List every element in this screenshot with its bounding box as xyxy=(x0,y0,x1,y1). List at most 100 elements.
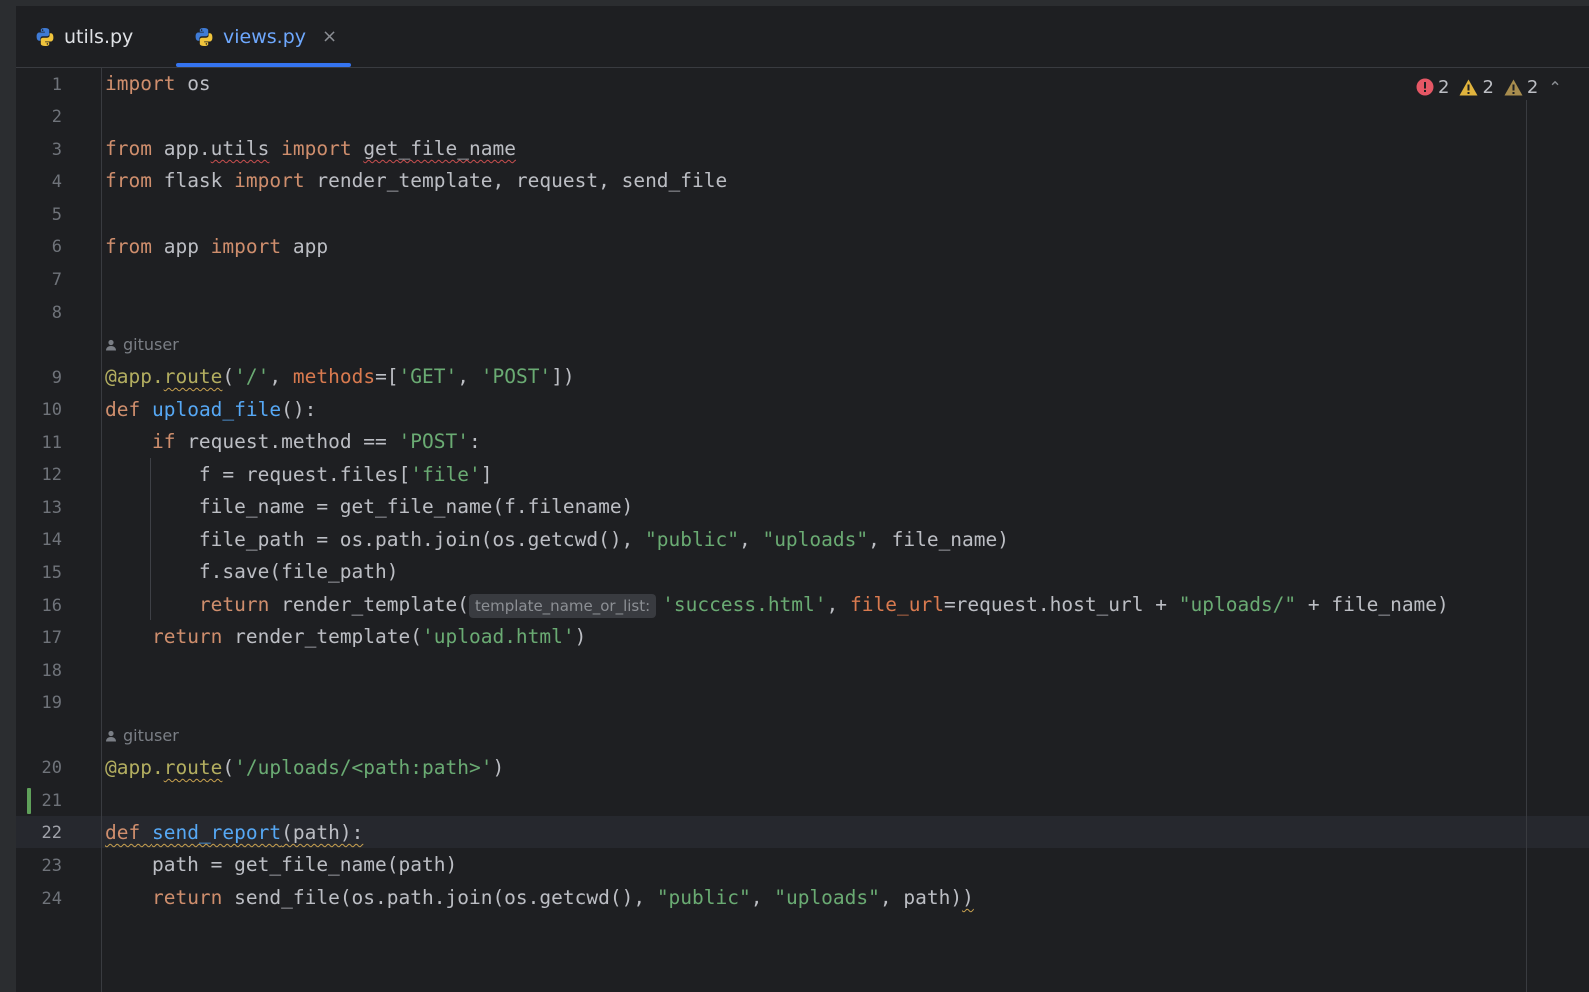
weak-warning-icon xyxy=(1504,79,1523,95)
warning-count[interactable]: 2 xyxy=(1459,76,1494,98)
code-line-17[interactable]: return render_template('upload.html') xyxy=(105,621,586,653)
code-line-9[interactable]: @app.route('/', methods=['GET', 'POST']) xyxy=(105,361,575,393)
code-line-3[interactable]: from app.utils import get_file_name xyxy=(105,133,516,165)
line-number: 1 xyxy=(51,75,62,95)
code-line-24[interactable]: return send_file(os.path.join(os.getcwd(… xyxy=(105,882,974,914)
code-line-14[interactable]: file_path = os.path.join(os.getcwd(), "p… xyxy=(105,524,1009,556)
code-text: ] xyxy=(480,463,493,486)
code-text: path = get_file_name(path) xyxy=(105,853,458,876)
string-literal: 'upload.html' xyxy=(422,625,575,648)
keyword: import xyxy=(210,235,282,258)
error-count[interactable]: 2 xyxy=(1416,77,1449,98)
author-name: gituser xyxy=(123,726,179,745)
tab-label: utils.py xyxy=(64,25,134,48)
string-literal: '/' xyxy=(234,365,270,388)
code-text: request.method == xyxy=(175,430,399,453)
code-text: ( xyxy=(222,756,235,779)
named-argument: methods xyxy=(292,365,376,388)
close-tab-icon[interactable]: × xyxy=(322,26,337,47)
string-literal: '/uploads/<path:path>' xyxy=(234,756,493,779)
code-text: render_template( xyxy=(222,625,423,648)
keyword: def xyxy=(105,821,141,844)
decorator: @app. xyxy=(105,756,164,779)
line-number: 3 xyxy=(51,140,62,160)
line-number: 9 xyxy=(51,368,62,388)
parameter-inlay-hint[interactable]: template_name_or_list: xyxy=(468,593,657,618)
keyword: from xyxy=(105,137,152,160)
code-line-12[interactable]: f = request.files['file'] xyxy=(105,459,493,491)
line-number: 4 xyxy=(51,172,62,192)
code-author-hint[interactable]: gituser xyxy=(105,334,179,356)
code-text: file_name = get_file_name(f.filename) xyxy=(105,495,634,518)
code-line-16[interactable]: return render_template(template_name_or_… xyxy=(105,589,1449,621)
tab-views-py[interactable]: views.py × xyxy=(193,6,337,67)
line-number: 14 xyxy=(41,530,62,550)
code-line-15[interactable]: f.save(file_path) xyxy=(105,556,399,588)
code-line-20[interactable]: @app.route('/uploads/<path:path>') xyxy=(105,752,504,784)
line-number-gutter[interactable]: 1 2 3 4 5 6 7 8 9 10 11 12 13 14 15 16 1… xyxy=(16,68,101,992)
code-text: ]) xyxy=(551,365,575,388)
keyword: def xyxy=(105,398,141,421)
string-literal: "uploads/" xyxy=(1178,593,1297,616)
warning-count-text: 2 xyxy=(1482,76,1494,98)
line-number: 5 xyxy=(51,205,62,225)
string-literal: "uploads" xyxy=(762,528,869,551)
line-number: 2 xyxy=(51,107,62,127)
weak-warning-count[interactable]: 2 xyxy=(1504,77,1538,98)
code-text: , xyxy=(738,528,763,551)
code-line-4[interactable]: from flask import render_template, reque… xyxy=(105,165,727,197)
code-text: render_template, request, send_file xyxy=(304,169,728,192)
keyword: if xyxy=(151,430,176,453)
code-text: app xyxy=(151,235,211,258)
active-tab-indicator xyxy=(176,63,351,67)
code-author-hint[interactable]: gituser xyxy=(105,725,179,747)
keyword: return xyxy=(198,593,270,616)
user-icon xyxy=(106,339,116,351)
error-count-text: 2 xyxy=(1438,76,1450,98)
code-text: (): xyxy=(281,398,317,421)
chevron-up-icon[interactable]: ⌃ xyxy=(1548,78,1561,97)
code-line-10[interactable]: def upload_file(): xyxy=(105,394,316,426)
code-line-13[interactable]: file_name = get_file_name(f.filename) xyxy=(105,491,633,523)
code-text: app. xyxy=(151,137,211,160)
code-text: , path) xyxy=(879,886,963,909)
code-line-22[interactable]: def send_report(path): xyxy=(105,817,363,849)
inspection-widget[interactable]: 2 2 2 ⌃ xyxy=(1416,74,1562,100)
line-number: 11 xyxy=(41,433,62,453)
code-text: render_template( xyxy=(269,593,469,616)
code-text: send_file(os.path.join(os.getcwd(), xyxy=(222,886,657,909)
line-number: 13 xyxy=(41,498,62,518)
tab-utils-py[interactable]: utils.py xyxy=(34,6,133,67)
string-literal: "public" xyxy=(656,886,751,909)
keyword: from xyxy=(105,235,152,258)
code-line-23[interactable]: path = get_file_name(path) xyxy=(105,849,457,881)
error-icon xyxy=(1416,78,1434,96)
code-line-6[interactable]: from app import app xyxy=(105,231,328,263)
decorator: route xyxy=(163,365,223,388)
code-text: flask xyxy=(151,169,235,192)
code-text: , xyxy=(750,886,775,909)
line-number: 12 xyxy=(41,465,62,485)
user-icon xyxy=(106,730,116,742)
line-number: 10 xyxy=(41,400,62,420)
author-name: gituser xyxy=(123,335,179,354)
keyword: import xyxy=(234,169,305,192)
code-text: , xyxy=(457,365,481,388)
python-file-icon xyxy=(195,27,213,46)
code-text: file_path = os.path.join(os.getcwd(), xyxy=(105,528,646,551)
code-line-1[interactable]: import os xyxy=(105,68,211,100)
code-text: ) xyxy=(962,886,974,909)
string-literal: 'success.html' xyxy=(662,593,827,616)
string-literal: "public" xyxy=(645,528,739,551)
code-text: (path): xyxy=(281,821,364,844)
code-text: ) xyxy=(492,756,505,779)
line-number: 18 xyxy=(41,661,62,681)
code-line-11[interactable]: if request.method == 'POST': xyxy=(105,426,481,458)
line-number-current: 22 xyxy=(41,823,62,843)
string-literal: "uploads" xyxy=(774,886,880,909)
